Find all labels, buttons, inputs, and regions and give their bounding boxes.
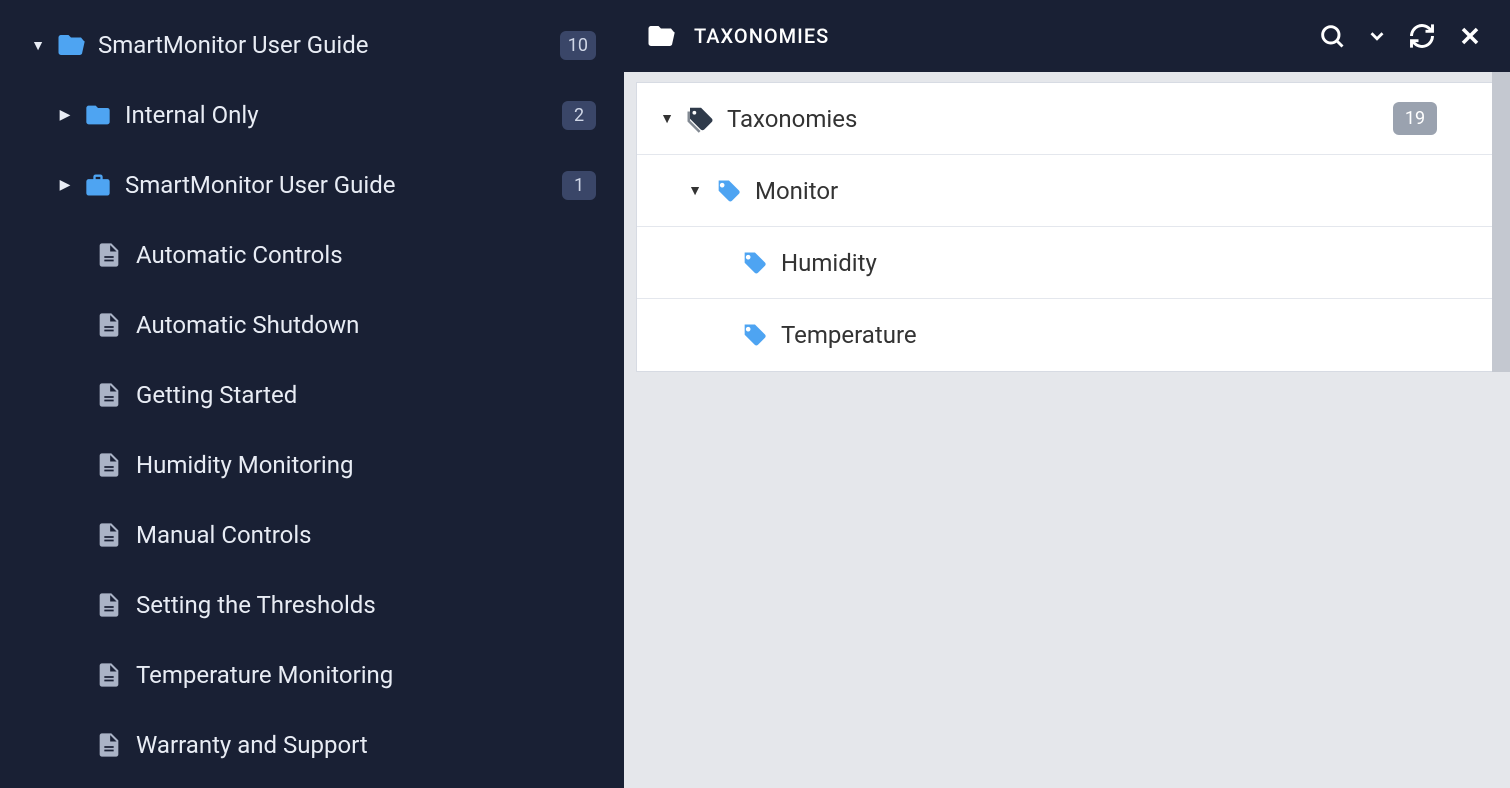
tree-item-label: Getting Started (136, 381, 596, 409)
taxonomies-list: ▼ Taxonomies 19 ▼ Monitor Humidity (636, 82, 1498, 372)
tree-item-label: SmartMonitor User Guide (125, 171, 562, 199)
tag-icon (737, 321, 771, 349)
tree-item-automatic-controls[interactable]: Automatic Controls (0, 220, 624, 290)
document-icon (92, 241, 126, 269)
chevron-down-icon[interactable] (1366, 25, 1388, 47)
tree-item-internal-only[interactable]: ▶ Internal Only 2 (0, 80, 624, 150)
panel-actions (1318, 22, 1484, 50)
tree-item-label: Internal Only (125, 101, 562, 129)
tree-item-getting-started[interactable]: Getting Started (0, 360, 624, 430)
tree-item-label: Manual Controls (136, 521, 596, 549)
folder-open-icon (54, 30, 88, 60)
tree-root-label: SmartMonitor User Guide (98, 31, 560, 59)
sidebar: ▼ SmartMonitor User Guide 10 ▶ Internal … (0, 0, 624, 788)
tree-item-label: Automatic Shutdown (136, 311, 596, 339)
tree-root-smartmonitor[interactable]: ▼ SmartMonitor User Guide 10 (0, 10, 624, 80)
expand-icon[interactable]: ▶ (55, 177, 75, 193)
document-icon (92, 311, 126, 339)
briefcase-icon (81, 171, 115, 199)
panel-body: ▼ Taxonomies 19 ▼ Monitor Humidity (624, 72, 1510, 372)
tree-item-manual-controls[interactable]: Manual Controls (0, 500, 624, 570)
count-badge: 2 (562, 101, 596, 130)
panel-title: TAXONOMIES (694, 24, 829, 48)
tree-item-humidity-monitoring[interactable]: Humidity Monitoring (0, 430, 624, 500)
tax-group-monitor[interactable]: ▼ Monitor (637, 155, 1497, 227)
tag-icon (711, 177, 745, 205)
tree-item-setting-thresholds[interactable]: Setting the Thresholds (0, 570, 624, 640)
tree-item-label: Humidity Monitoring (136, 451, 596, 479)
tree-item-label: Warranty and Support (136, 731, 596, 759)
tree-item-label: Setting the Thresholds (136, 591, 596, 619)
panel-header: TAXONOMIES (624, 0, 1510, 72)
document-icon (92, 591, 126, 619)
tax-item-label: Temperature (781, 321, 1437, 349)
tax-root[interactable]: ▼ Taxonomies 19 (637, 83, 1497, 155)
tag-icon (737, 249, 771, 277)
collapse-icon[interactable]: ▼ (657, 110, 677, 127)
tree-item-label: Automatic Controls (136, 241, 596, 269)
search-icon[interactable] (1318, 22, 1346, 50)
folder-icon (81, 101, 115, 129)
count-badge: 1 (562, 171, 596, 200)
tree-item-warranty-support[interactable]: Warranty and Support (0, 710, 624, 780)
main-panel: TAXONOMIES ▼ Taxonomies 1 (624, 0, 1510, 788)
tax-item-temperature[interactable]: Temperature (637, 299, 1497, 371)
collapse-icon[interactable]: ▼ (685, 182, 705, 199)
close-icon[interactable] (1456, 22, 1484, 50)
count-badge: 19 (1393, 102, 1437, 135)
document-icon (92, 731, 126, 759)
tax-group-label: Monitor (755, 177, 1437, 205)
count-badge: 10 (560, 31, 596, 60)
document-icon (92, 521, 126, 549)
scrollbar[interactable] (1492, 72, 1510, 372)
tax-item-humidity[interactable]: Humidity (637, 227, 1497, 299)
document-icon (92, 451, 126, 479)
tree-item-label: Temperature Monitoring (136, 661, 596, 689)
document-icon (92, 381, 126, 409)
document-icon (92, 661, 126, 689)
expand-icon[interactable]: ▶ (55, 107, 75, 123)
tags-icon (683, 104, 717, 134)
tax-item-label: Humidity (781, 249, 1437, 277)
tree-item-temperature-monitoring[interactable]: Temperature Monitoring (0, 640, 624, 710)
folder-open-icon (644, 21, 678, 51)
refresh-icon[interactable] (1408, 22, 1436, 50)
tree-item-smartmonitor-guide[interactable]: ▶ SmartMonitor User Guide 1 (0, 150, 624, 220)
tree-item-automatic-shutdown[interactable]: Automatic Shutdown (0, 290, 624, 360)
collapse-icon[interactable]: ▼ (28, 37, 48, 54)
tax-root-label: Taxonomies (727, 105, 1393, 133)
